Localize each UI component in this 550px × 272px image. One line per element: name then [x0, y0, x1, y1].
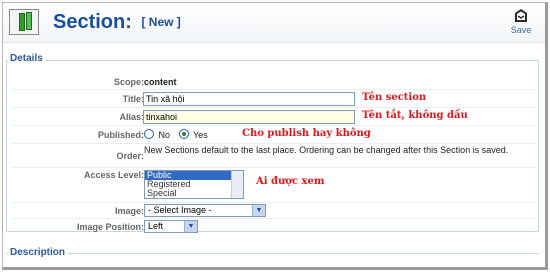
scope-label: Scope:	[113, 77, 144, 87]
scope-row: Scope: content	[12, 74, 537, 90]
chevron-down-icon: ▼	[184, 221, 197, 232]
access-option-special[interactable]: Special	[145, 189, 243, 198]
published-yes-label: Yes	[193, 130, 208, 140]
chevron-down-icon: ▼	[252, 205, 265, 216]
access-level-row: Access Level: Public Registered Special …	[12, 168, 537, 203]
published-no-radio[interactable]	[144, 129, 154, 139]
alias-row: Alias: Tên tắt, không dấu	[12, 108, 537, 126]
published-yes-radio[interactable]	[178, 129, 189, 139]
save-label: Save	[510, 25, 532, 35]
page-title: Section: [ New ]	[53, 11, 181, 34]
published-label: Published:	[97, 130, 144, 140]
alias-note: Tên tắt, không dấu	[362, 110, 468, 121]
order-text: New Sections default to the last place. …	[144, 145, 509, 155]
image-label: Image:	[114, 206, 144, 216]
section-manager-icon	[9, 9, 39, 35]
image-position-select[interactable]: Left ▼	[144, 220, 198, 233]
description-fieldset	[6, 253, 539, 254]
published-row: Published: No Yes Cho publish hay không	[12, 126, 537, 144]
order-label: Order:	[116, 151, 144, 161]
access-level-listbox[interactable]: Public Registered Special	[144, 170, 244, 199]
title-row: Title: Tên section	[12, 90, 537, 108]
alias-label: Alias:	[119, 112, 144, 122]
order-row: Order: New Sections default to the last …	[12, 144, 537, 168]
image-row: Image: - Select Image - ▼	[12, 203, 537, 219]
image-select-value: - Select Image -	[148, 205, 212, 215]
access-level-scrollbar[interactable]	[231, 171, 243, 198]
scope-value: content	[144, 77, 177, 87]
image-position-row: Image Position: Left ▼	[12, 219, 537, 235]
toolbar-header: Section: [ New ] Save	[3, 3, 545, 43]
description-legend: Description	[8, 247, 68, 258]
title-note: Tên section	[362, 92, 427, 103]
save-icon	[515, 9, 527, 22]
title-label: Title:	[122, 94, 144, 104]
save-button[interactable]: Save	[505, 7, 537, 39]
title-input[interactable]	[143, 92, 355, 106]
page-subtitle: [ New ]	[141, 15, 181, 29]
access-level-label: Access Level:	[83, 170, 144, 180]
access-level-note: Ai được xem	[256, 176, 325, 187]
published-options: No Yes	[144, 129, 208, 140]
published-note: Cho publish hay không	[242, 128, 371, 139]
alias-input[interactable]	[143, 110, 355, 124]
page-title-text: Section:	[53, 11, 132, 33]
details-legend: Details	[8, 53, 45, 64]
image-position-value: Left	[148, 221, 164, 231]
image-select[interactable]: - Select Image - ▼	[144, 204, 266, 217]
image-position-label: Image Position:	[76, 222, 144, 232]
published-no-label: No	[158, 130, 171, 140]
